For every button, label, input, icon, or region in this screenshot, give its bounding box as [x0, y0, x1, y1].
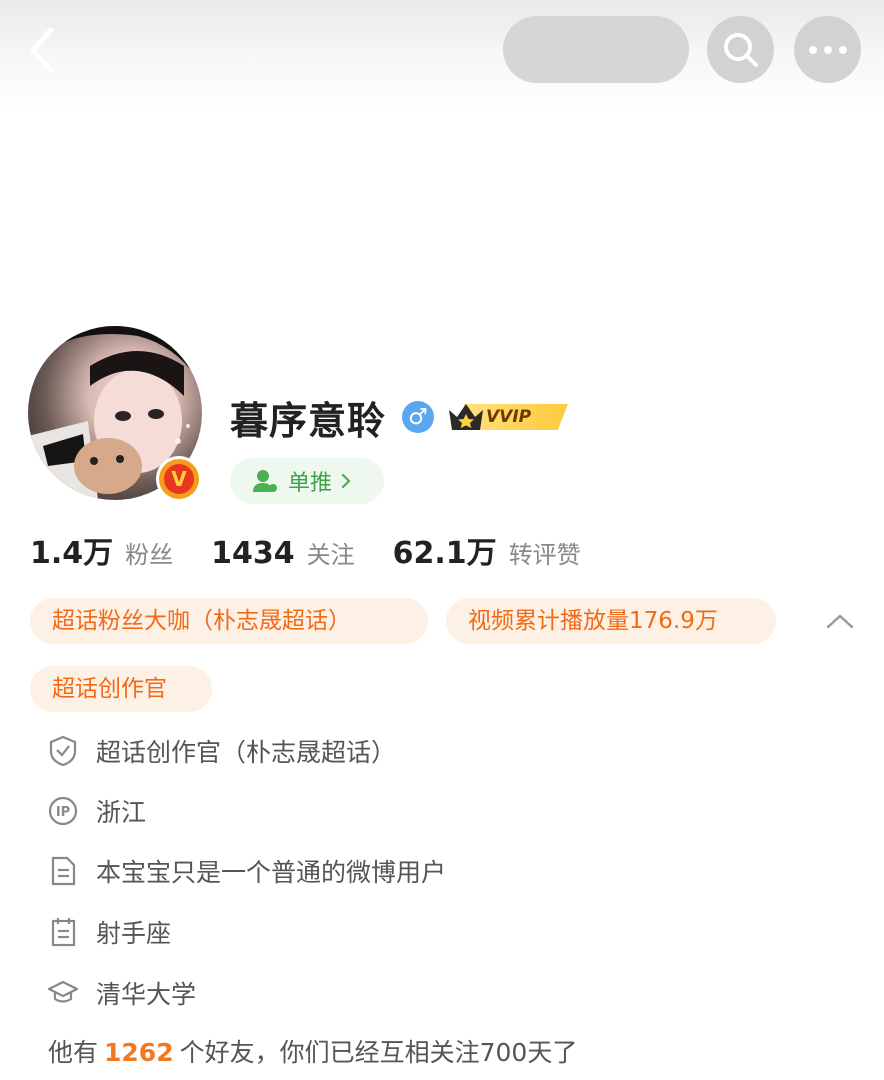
info-text: 本宝宝只是一个普通的微博用户: [96, 858, 447, 887]
crown-icon: [449, 404, 484, 430]
more-button[interactable]: [794, 16, 861, 83]
friends-count: 1262: [104, 1038, 174, 1067]
verified-badge: V: [156, 456, 202, 502]
verified-v-icon: V: [164, 464, 194, 494]
shield-check-icon: [46, 734, 80, 768]
stat-label: 关注: [306, 541, 355, 569]
info-text: 浙江: [96, 798, 147, 827]
chip-video-plays[interactable]: 视频累计播放量176.9万: [446, 598, 776, 644]
stat-value: 1434: [211, 536, 295, 571]
chip-creator[interactable]: 超话创作官: [30, 666, 212, 712]
calendar-icon: [46, 915, 80, 949]
search-pill[interactable]: [503, 16, 689, 83]
ip-location-icon: IP: [46, 794, 80, 828]
tag-button-label: 单推: [288, 471, 333, 496]
stat-label: 转评赞: [508, 541, 581, 569]
gender-male-icon: ♂: [402, 401, 435, 433]
stat-reposts-likes[interactable]: 62.1万 转评赞: [393, 528, 581, 572]
info-text: 超话创作官（朴志晟超话）: [96, 738, 397, 767]
stats-row: 1.4万 粉丝 1434 关注 62.1万 转评赞: [30, 528, 619, 574]
info-row-bio: 本宝宝只是一个普通的微博用户: [46, 851, 446, 891]
friends-suffix: 个好友，你们已经互相关注700天了: [179, 1038, 578, 1067]
chip-superfan[interactable]: 超话粉丝大咖（朴志晟超话）: [30, 598, 428, 644]
info-text: 清华大学: [96, 980, 197, 1009]
vvip-badge[interactable]: VVIP: [446, 400, 570, 434]
more-dots-icon: [808, 45, 847, 54]
info-row-creator: 超话创作官（朴志晟超话）: [46, 731, 396, 771]
search-button[interactable]: [707, 16, 774, 83]
user-pin-icon: [253, 470, 277, 492]
tag-button[interactable]: 单推: [230, 458, 384, 504]
search-icon: [723, 32, 758, 67]
graduation-cap-icon: [46, 976, 80, 1010]
friends-summary[interactable]: 他有 1262 个好友，你们已经互相关注700天了: [48, 1033, 577, 1069]
chevron-left-icon: [30, 27, 54, 73]
info-row-school: 清华大学: [46, 973, 196, 1013]
name-row: 暮序意聆 ♂ VVIP: [230, 388, 570, 446]
info-row-zodiac: 射手座: [46, 912, 171, 952]
username: 暮序意聆: [230, 398, 387, 443]
stat-value: 62.1万: [392, 536, 497, 571]
chevron-right-icon: [341, 473, 351, 489]
stat-label: 粉丝: [125, 541, 174, 569]
stat-following[interactable]: 1434 关注: [211, 535, 355, 571]
info-row-ip: IP 浙江: [46, 791, 146, 831]
friends-prefix: 他有: [48, 1038, 99, 1067]
stat-followers[interactable]: 1.4万 粉丝: [30, 528, 173, 572]
stat-value: 1.4万: [30, 536, 114, 571]
svg-text:IP: IP: [56, 805, 70, 820]
document-icon: [46, 854, 80, 888]
info-text: 射手座: [96, 919, 172, 948]
collapse-button[interactable]: [820, 604, 860, 638]
avatar-container[interactable]: V: [28, 326, 204, 502]
back-button[interactable]: [18, 22, 66, 78]
top-bar: [0, 0, 884, 110]
chevron-up-icon: [826, 614, 854, 629]
